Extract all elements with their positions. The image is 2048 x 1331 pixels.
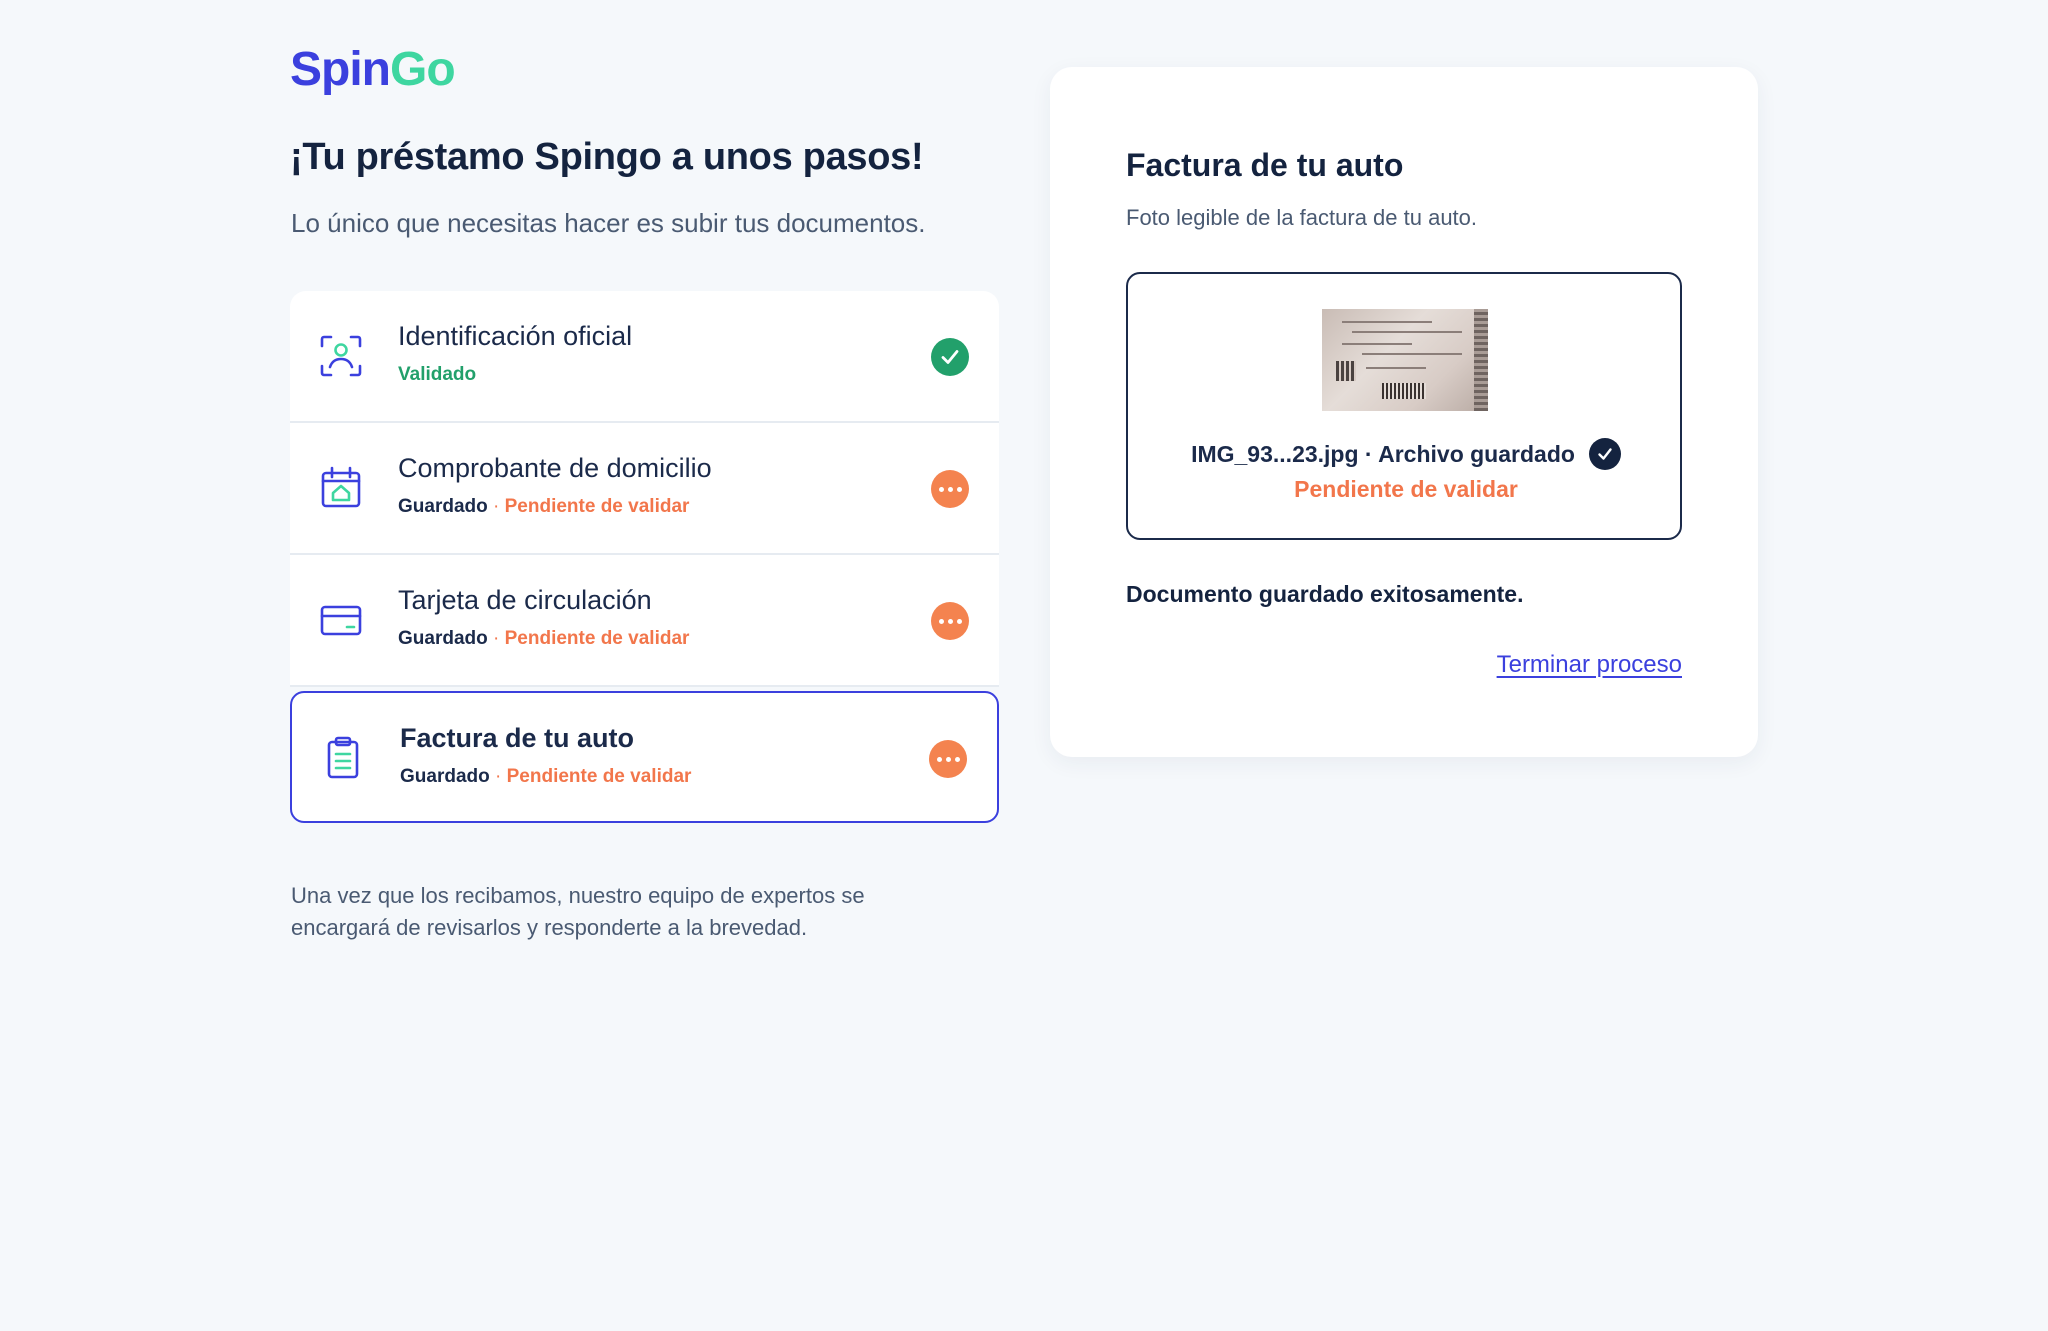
- file-row: IMG_93...23.jpg · Archivo guardado: [1128, 438, 1684, 470]
- logo-spin: Spin: [290, 43, 391, 96]
- page: SpinGo ¡Tu préstamo Spingo a unos pasos!…: [0, 0, 2048, 1331]
- document-list: Identificación oficial Validado Comproba…: [290, 291, 999, 823]
- upload-dropzone[interactable]: IMG_93...23.jpg · Archivo guardado Pendi…: [1126, 272, 1682, 540]
- saved-message: Documento guardado exitosamente.: [1126, 581, 1524, 607]
- status-validated: Validado: [398, 364, 477, 385]
- document-item-identificacion[interactable]: Identificación oficial Validado: [290, 291, 999, 423]
- panel-title: Factura de tu auto: [1126, 147, 1404, 183]
- file-pending-status: Pendiente de validar: [1294, 476, 1518, 502]
- document-title: Factura de tu auto: [400, 723, 635, 753]
- id-scan-icon: [318, 333, 364, 379]
- more-dots-icon: [931, 470, 969, 508]
- more-dots-icon: [929, 740, 967, 778]
- info-footnote: Una vez que los recibamos, nuestro equip…: [291, 883, 865, 940]
- page-subtitle: Lo único que necesitas hacer es subir tu…: [291, 208, 926, 238]
- document-status: Guardado · Pendiente de validar: [398, 496, 690, 517]
- document-title: Comprobante de domicilio: [398, 453, 712, 483]
- finish-process-link[interactable]: Terminar proceso: [1497, 651, 1682, 679]
- check-circle-icon: [931, 338, 969, 376]
- card-icon: [318, 597, 364, 643]
- document-title: Tarjeta de circulación: [398, 585, 652, 615]
- page-title: ¡Tu préstamo Spingo a unos pasos!: [290, 136, 924, 178]
- file-name: IMG_93...23.jpg · Archivo guardado: [1191, 440, 1575, 467]
- invoice-thumbnail[interactable]: [1322, 309, 1488, 411]
- document-item-tarjeta[interactable]: Tarjeta de circulación Guardado · Pendie…: [290, 555, 999, 687]
- document-status: Guardado · Pendiente de validar: [400, 766, 692, 787]
- spingo-logo: SpinGo: [290, 42, 456, 97]
- home-calendar-icon: [318, 465, 364, 511]
- document-item-factura[interactable]: Factura de tu auto Guardado · Pendiente …: [290, 691, 999, 823]
- document-status: Validado: [398, 364, 632, 386]
- upload-panel: Factura de tu auto Foto legible de la fa…: [1050, 67, 1758, 757]
- document-title: Identificación oficial: [398, 321, 633, 351]
- document-status: Guardado · Pendiente de validar: [398, 628, 690, 649]
- more-dots-icon: [931, 602, 969, 640]
- check-circle-icon: [1588, 438, 1621, 470]
- clipboard-icon: [320, 735, 366, 781]
- logo-go: Go: [390, 43, 456, 96]
- panel-subtitle: Foto legible de la factura de tu auto.: [1126, 205, 1478, 230]
- document-item-domicilio[interactable]: Comprobante de domicilio Guardado · Pend…: [290, 423, 999, 555]
